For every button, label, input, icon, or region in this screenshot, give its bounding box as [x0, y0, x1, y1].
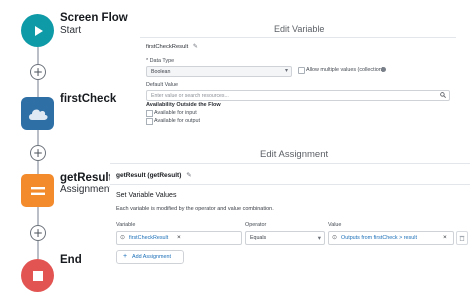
search-icon: [440, 92, 446, 98]
variable-column-label: Variable: [116, 222, 136, 228]
start-node[interactable]: [21, 14, 54, 47]
edit-assignment-title: Edit Assignment: [260, 149, 329, 160]
default-value-placeholder: Enter value or search resources...: [151, 92, 229, 99]
default-value-label: Default Value: [146, 82, 178, 88]
assignment-description: Each variable is modified by the operato…: [116, 206, 274, 212]
operator-column-label: Operator: [245, 222, 267, 228]
action-node[interactable]: [21, 97, 54, 130]
chevron-down-icon: ▾: [284, 68, 288, 74]
assignment-node-subtitle: Assignment: [60, 184, 113, 195]
data-type-value: Boolean: [151, 68, 171, 75]
start-node-subtitle: Start: [60, 25, 82, 36]
edit-assignment-panel: Edit Assignment getResult (getResult) ✎ …: [110, 144, 470, 294]
available-input-label: Available for input: [154, 110, 197, 116]
value-resource-icon: ⊙: [332, 235, 338, 241]
assignment-name[interactable]: getResult (getResult) ✎: [116, 171, 192, 179]
pencil-icon[interactable]: ✎: [193, 44, 198, 50]
availability-heading: Availability Outside the Flow: [146, 102, 221, 108]
add-element-button[interactable]: +: [30, 64, 46, 80]
add-element-button[interactable]: +: [30, 225, 46, 241]
variable-field[interactable]: ⊙ firstCheckResult ×: [116, 231, 242, 245]
variable-api-name-text: firstCheckResult: [146, 44, 189, 50]
cloud-icon: [28, 109, 48, 120]
plus-icon: +: [123, 252, 128, 260]
trash-icon: [459, 235, 465, 241]
divider: [110, 184, 470, 185]
clear-icon[interactable]: ×: [177, 234, 181, 241]
available-output-checkbox[interactable]: [146, 118, 153, 125]
allow-multiple-label: Allow multiple values (collection): [306, 67, 384, 73]
available-input-checkbox[interactable]: [146, 110, 153, 117]
value-field-value: Outputs from firstCheck > result: [341, 235, 417, 241]
data-type-select[interactable]: Boolean ▾: [146, 66, 292, 77]
stop-icon: [32, 270, 43, 281]
clear-icon[interactable]: ×: [443, 234, 447, 241]
edit-variable-panel: Edit Variable firstCheckResult ✎ * Data …: [140, 18, 456, 130]
edit-variable-title: Edit Variable: [274, 24, 325, 34]
delete-row-button[interactable]: [456, 231, 468, 245]
info-icon[interactable]: [381, 67, 386, 72]
play-icon: [34, 25, 43, 36]
set-values-heading: Set Variable Values: [116, 192, 177, 199]
variable-resource-icon: ⊙: [120, 235, 126, 241]
data-type-label: * Data Type: [146, 58, 175, 64]
assignment-name-text: getResult (getResult): [116, 172, 182, 179]
variable-field-value: firstCheckResult: [129, 235, 169, 241]
divider: [110, 163, 470, 164]
allow-multiple-checkbox[interactable]: [298, 67, 305, 74]
start-node-title: Screen Flow: [60, 12, 128, 24]
divider: [140, 37, 456, 38]
equals-icon: [30, 186, 45, 195]
add-assignment-label: Add Assignment: [132, 254, 171, 260]
value-field[interactable]: ⊙ Outputs from firstCheck > result ×: [328, 231, 454, 245]
add-element-button[interactable]: +: [30, 145, 46, 161]
end-node-title: End: [60, 254, 82, 266]
action-node-title: firstCheck: [60, 93, 117, 105]
operator-value: Equals: [250, 235, 267, 241]
assignment-node-title: getResult: [60, 172, 113, 184]
value-column-label: Value: [328, 222, 342, 228]
add-assignment-button[interactable]: + Add Assignment: [116, 250, 184, 264]
end-node[interactable]: [21, 259, 54, 292]
chevron-down-icon: ▾: [317, 234, 321, 242]
assignment-node[interactable]: [21, 174, 54, 207]
available-output-label: Available for output: [154, 118, 201, 124]
variable-api-name[interactable]: firstCheckResult ✎: [146, 44, 198, 50]
operator-select[interactable]: Equals ▾: [245, 231, 325, 245]
pencil-icon[interactable]: ✎: [186, 172, 191, 179]
default-value-input[interactable]: Enter value or search resources...: [146, 90, 450, 101]
